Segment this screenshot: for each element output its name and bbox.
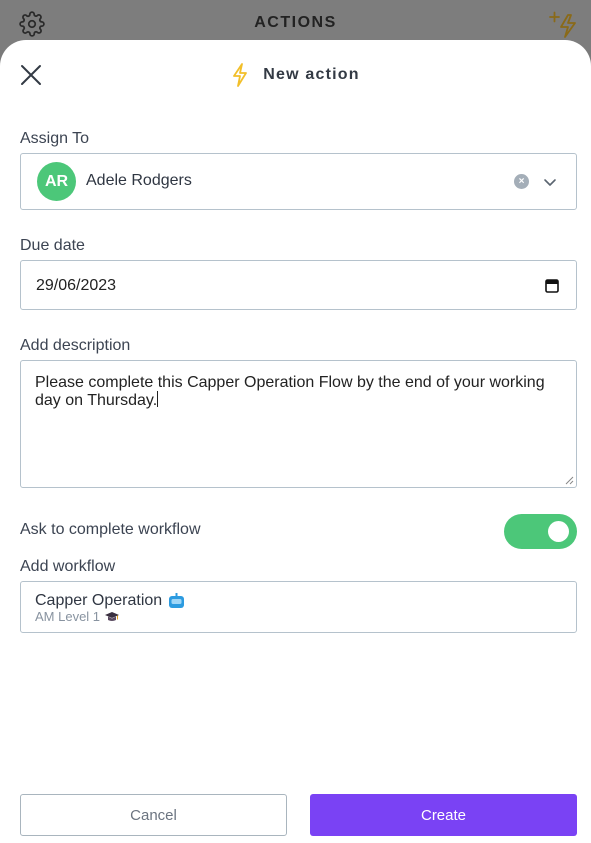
workflow-level: AM Level 1: [35, 609, 120, 624]
resize-grip-icon[interactable]: [564, 475, 574, 485]
robot-icon: [169, 593, 185, 608]
assign-to-label: Assign To: [20, 130, 90, 147]
description-label: Add description: [20, 337, 131, 354]
clear-icon[interactable]: ×: [514, 174, 529, 189]
add-workflow-label: Add workflow: [20, 558, 116, 575]
graduation-cap-icon: [105, 611, 120, 621]
sheet-title: New action: [263, 66, 360, 83]
lightning-icon: [233, 63, 248, 87]
due-date-label: Due date: [20, 237, 85, 254]
sheet-title-group: New action: [0, 63, 591, 87]
new-action-sheet: New action Assign To AR Adele Rodgers × …: [0, 40, 591, 843]
workflow-name: Capper Operation: [35, 592, 185, 610]
calendar-icon[interactable]: [545, 278, 559, 293]
avatar: AR: [37, 162, 76, 201]
complete-workflow-label: Ask to complete workflow: [20, 521, 201, 538]
assignee-name: Adele Rodgers: [86, 172, 192, 189]
toggle-knob: [548, 521, 569, 542]
add-lightning-icon[interactable]: [548, 10, 580, 40]
due-date-value: 29/06/2023: [36, 277, 117, 294]
sheet-header: New action: [0, 40, 591, 110]
cancel-button[interactable]: Cancel: [20, 794, 287, 836]
create-button[interactable]: Create: [310, 794, 577, 836]
workflow-select[interactable]: Capper Operation AM Level 1: [20, 581, 577, 633]
description-textarea[interactable]: Please complete this Capper Operation Fl…: [20, 360, 577, 488]
assignee-select[interactable]: AR Adele Rodgers ×: [20, 153, 577, 210]
due-date-input[interactable]: 29/06/2023: [20, 260, 577, 310]
page-title: ACTIONS: [254, 14, 337, 31]
description-text: Please complete this Capper Operation Fl…: [35, 374, 545, 409]
complete-workflow-toggle[interactable]: [504, 514, 577, 549]
chevron-down-icon[interactable]: [542, 174, 558, 190]
